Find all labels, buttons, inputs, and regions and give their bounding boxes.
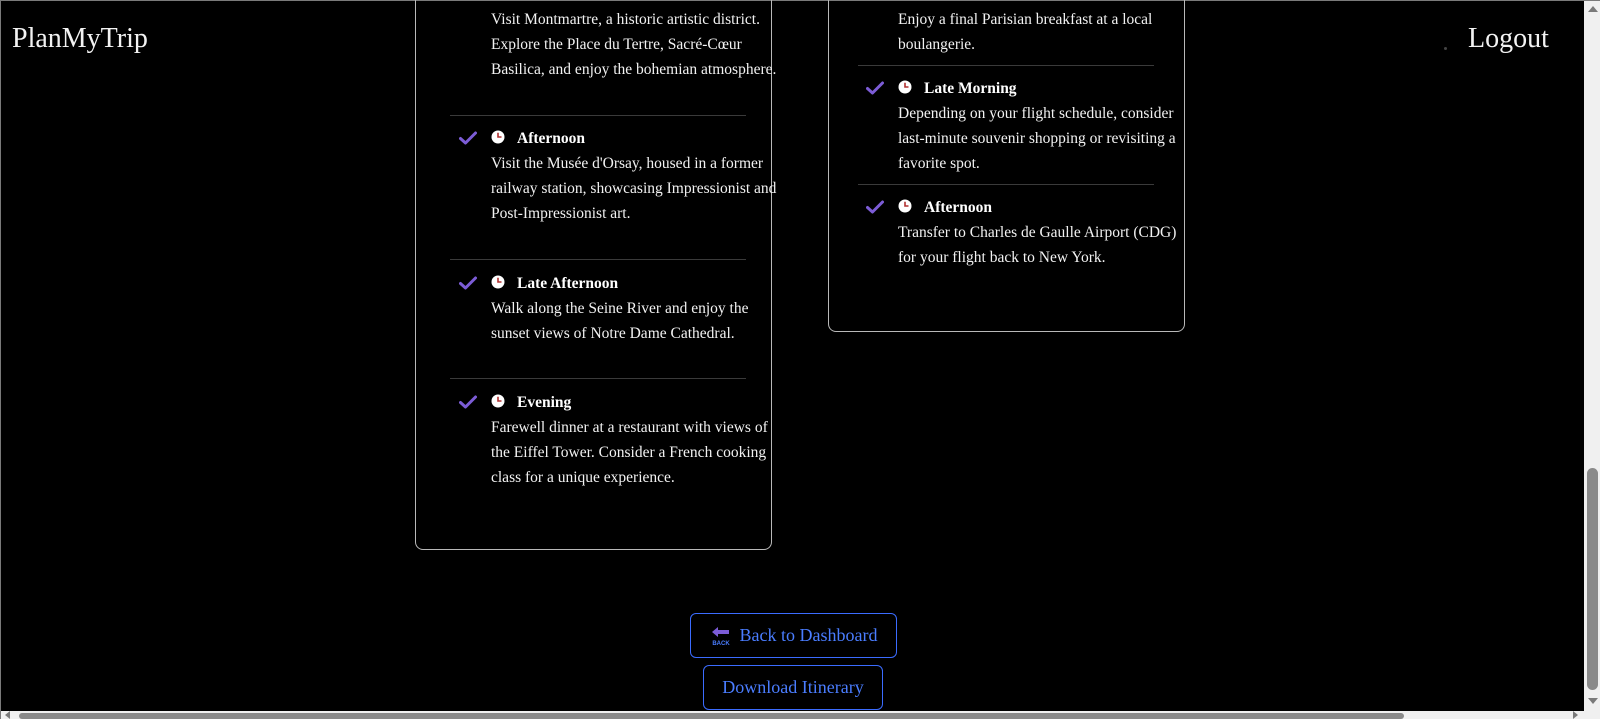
app-brand[interactable]: PlanMyTrip	[12, 25, 148, 53]
activity-description: Visit Montmartre, a historic artistic di…	[491, 11, 777, 78]
download-itinerary-button[interactable]: Download Itinerary	[703, 665, 883, 710]
horizontal-scrollbar[interactable]	[1, 711, 1584, 719]
activity-description: Transfer to Charles de Gaulle Airport (C…	[898, 224, 1177, 266]
activity-divider	[858, 65, 1154, 66]
activity-divider	[858, 184, 1154, 185]
clock-icon	[491, 130, 505, 144]
clock-icon	[898, 199, 912, 213]
check-icon	[459, 276, 477, 290]
logout-link[interactable]: Logout	[1468, 25, 1549, 53]
clock-icon	[491, 394, 505, 408]
decorative-dot	[1444, 47, 1447, 50]
activity-time: Afternoon	[924, 199, 993, 216]
back-icon-text: BACK	[712, 641, 730, 647]
activity-time: Late Morning	[924, 80, 1017, 97]
check-icon	[459, 395, 477, 409]
scroll-left-icon[interactable]	[5, 711, 10, 719]
activity-divider	[450, 259, 746, 260]
check-icon	[866, 200, 884, 214]
activity-time: Evening	[517, 394, 572, 411]
back-to-dashboard-button[interactable]: BACK Back to Dashboard	[690, 613, 897, 658]
scroll-up-icon[interactable]	[1588, 6, 1598, 12]
activity-time: Late Afternoon	[517, 275, 619, 292]
clock-icon	[491, 275, 505, 289]
vertical-scrollbar[interactable]	[1584, 1, 1600, 719]
activity-description: Enjoy a final Parisian breakfast at a lo…	[898, 11, 1153, 53]
download-button-label: Download Itinerary	[722, 677, 864, 697]
scroll-down-icon[interactable]	[1588, 698, 1598, 704]
scroll-right-icon[interactable]	[1573, 711, 1578, 719]
activity-description: Visit the Musée d'Orsay, housed in a for…	[491, 155, 777, 222]
horizontal-scroll-thumb[interactable]	[19, 713, 1404, 719]
activity-time: Afternoon	[517, 130, 586, 147]
activity-divider	[450, 115, 746, 116]
activity-description: Walk along the Seine River and enjoy the…	[491, 300, 749, 342]
activity-divider	[450, 378, 746, 379]
check-icon	[866, 81, 884, 95]
vertical-scroll-thumb[interactable]	[1587, 468, 1598, 690]
activity-description: Depending on your flight schedule, consi…	[898, 105, 1176, 172]
back-button-label: Back to Dashboard	[739, 625, 878, 645]
clock-icon	[898, 80, 912, 94]
activity-description: Farewell dinner at a restaurant with vie…	[491, 419, 768, 486]
check-icon	[459, 131, 477, 145]
back-arrow-icon: BACK	[711, 626, 730, 647]
